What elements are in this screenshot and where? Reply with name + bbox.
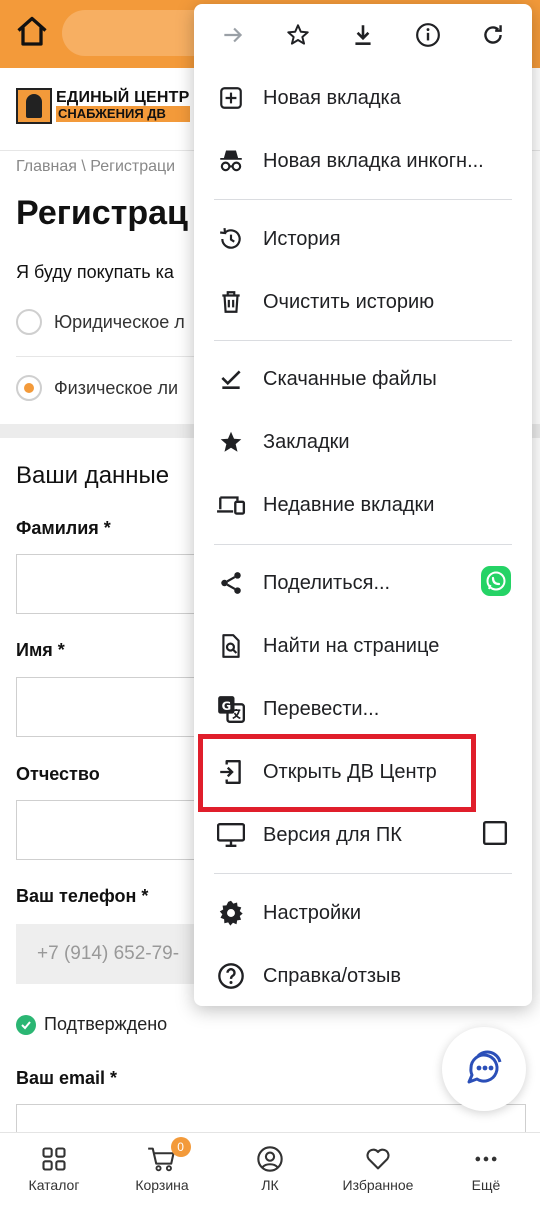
menu-item-find-in-page[interactable]: Найти на странице — [194, 616, 532, 676]
breadcrumb[interactable]: Главная \ Регистраци — [16, 158, 175, 176]
phone-label: Ваш телефон * — [16, 886, 149, 906]
radio-legal-entity[interactable]: Юридическое л — [16, 302, 185, 342]
menu-item-incognito[interactable]: Новая вкладка инкогн... — [194, 131, 532, 191]
menu-item-label: Версия для ПК — [263, 823, 402, 846]
radio-label: Юридическое л — [54, 311, 185, 332]
nav-more[interactable]: Ещё — [432, 1133, 540, 1206]
menu-item-bookmarks[interactable]: Закладки — [194, 412, 532, 472]
logo-line2: СНАБЖЕНИЯ ДВ — [56, 106, 190, 122]
menu-item-label: История — [263, 227, 341, 250]
menu-item-label: Справка/отзыв — [263, 964, 402, 987]
menu-item-label: Найти на странице — [263, 634, 440, 657]
email-field[interactable] — [16, 1104, 526, 1134]
menu-divider — [214, 199, 512, 200]
menu-divider — [214, 340, 512, 341]
phone-value: +7 (914) 652-79- — [37, 943, 180, 964]
radio-button[interactable] — [16, 309, 42, 335]
menu-item-label: Поделиться... — [263, 571, 391, 594]
bottom-navigation: Каталог 0 Корзина ЛК Избранное Ещё — [0, 1132, 540, 1206]
menu-item-recent-tabs[interactable]: Недавние вкладки — [194, 475, 532, 535]
lastname-label: Фамилия * — [16, 518, 111, 538]
heart-icon — [366, 1148, 390, 1170]
translate-icon: G — [216, 694, 246, 724]
radio-button-selected[interactable] — [16, 375, 42, 401]
cart-badge: 0 — [170, 1137, 191, 1157]
incognito-icon — [216, 146, 246, 176]
gear-icon — [216, 898, 246, 928]
menu-item-clear-history[interactable]: Очистить историю — [194, 272, 532, 332]
download-icon[interactable] — [343, 15, 383, 55]
menu-item-share[interactable]: Поделиться... — [194, 553, 532, 613]
refresh-icon[interactable] — [473, 15, 513, 55]
logo-mark — [16, 88, 52, 124]
desktop-icon — [216, 820, 246, 850]
menu-item-desktop-version[interactable]: Версия для ПК — [194, 805, 532, 865]
nav-catalog[interactable]: Каталог — [0, 1133, 108, 1206]
menu-item-label: Очистить историю — [263, 290, 435, 313]
confirmed-text: Подтверждено — [44, 1014, 168, 1034]
menu-divider — [214, 544, 512, 545]
menu-item-label: Скачанные файлы — [263, 367, 437, 390]
phone-confirmed-status: Подтверждено — [16, 1014, 167, 1035]
menu-item-translate[interactable]: G Перевести... — [194, 679, 532, 739]
new-tab-icon — [216, 83, 246, 113]
menu-item-settings[interactable]: Настройки — [194, 883, 532, 943]
whatsapp-icon[interactable] — [480, 565, 512, 602]
firstname-label: Имя * — [16, 640, 65, 660]
menu-item-history[interactable]: История — [194, 209, 532, 269]
menu-item-label: Закладки — [263, 430, 350, 453]
nav-cart[interactable]: 0 Корзина — [108, 1133, 216, 1206]
nav-label: ЛК — [261, 1177, 279, 1193]
chat-button[interactable] — [442, 1027, 526, 1111]
star-icon[interactable] — [278, 15, 318, 55]
nav-account[interactable]: ЛК — [216, 1133, 324, 1206]
browser-menu: Новая вкладка Новая вкладка инкогн... Ис… — [194, 4, 532, 1006]
site-logo[interactable]: ЕДИНЫЙ ЦЕНТР СНАБЖЕНИЯ ДВ — [16, 88, 190, 124]
nav-favorites[interactable]: Избранное — [324, 1133, 432, 1206]
nav-label: Избранное — [342, 1177, 414, 1193]
find-in-page-icon — [216, 631, 246, 661]
menu-divider — [214, 873, 512, 874]
patronymic-label: Отчество — [16, 764, 100, 784]
nav-label: Корзина — [135, 1177, 189, 1193]
check-icon — [16, 1014, 36, 1035]
menu-item-label: Открыть ДВ Центр — [263, 760, 437, 783]
trash-icon — [216, 287, 246, 317]
buyer-type-question: Я буду покупать ка — [16, 262, 174, 282]
menu-item-label: Новая вкладка инкогн... — [263, 149, 484, 172]
menu-item-new-tab[interactable]: Новая вкладка — [194, 68, 532, 128]
nav-label: Ещё — [471, 1177, 501, 1193]
open-app-icon — [216, 757, 246, 787]
share-icon — [216, 568, 246, 598]
info-icon[interactable] — [408, 15, 448, 55]
nav-label: Каталог — [28, 1177, 80, 1193]
menu-item-label: Перевести... — [263, 697, 380, 720]
section-title: Ваши данные — [16, 462, 170, 489]
menu-item-open-app[interactable]: Открыть ДВ Центр — [194, 742, 532, 802]
logo-line1: ЕДИНЫЙ ЦЕНТР — [56, 89, 190, 106]
menu-item-label: Настройки — [263, 901, 362, 924]
menu-item-label: Недавние вкладки — [263, 493, 435, 516]
radio-individual[interactable]: Физическое ли — [16, 368, 178, 408]
chat-icon — [467, 1050, 502, 1084]
radio-label: Физическое ли — [54, 377, 179, 398]
forward-icon[interactable] — [213, 15, 253, 55]
menu-item-downloads[interactable]: Скачанные файлы — [194, 349, 532, 409]
page-title: Регистрац — [16, 194, 188, 232]
menu-toolbar — [194, 4, 532, 66]
desktop-version-checkbox[interactable] — [482, 820, 508, 851]
devices-icon — [216, 490, 246, 520]
downloads-icon — [216, 364, 246, 394]
email-label: Ваш email * — [16, 1068, 118, 1088]
history-icon — [216, 224, 246, 254]
user-icon — [257, 1146, 283, 1172]
grid-icon — [42, 1147, 66, 1171]
more-dots-icon — [475, 1156, 497, 1162]
svg-text:G: G — [222, 699, 232, 713]
menu-item-help[interactable]: Справка/отзыв — [194, 946, 532, 1006]
menu-item-label: Новая вкладка — [263, 86, 401, 109]
home-icon[interactable] — [14, 14, 50, 50]
help-icon — [216, 961, 246, 991]
bookmark-star-icon — [216, 427, 246, 457]
